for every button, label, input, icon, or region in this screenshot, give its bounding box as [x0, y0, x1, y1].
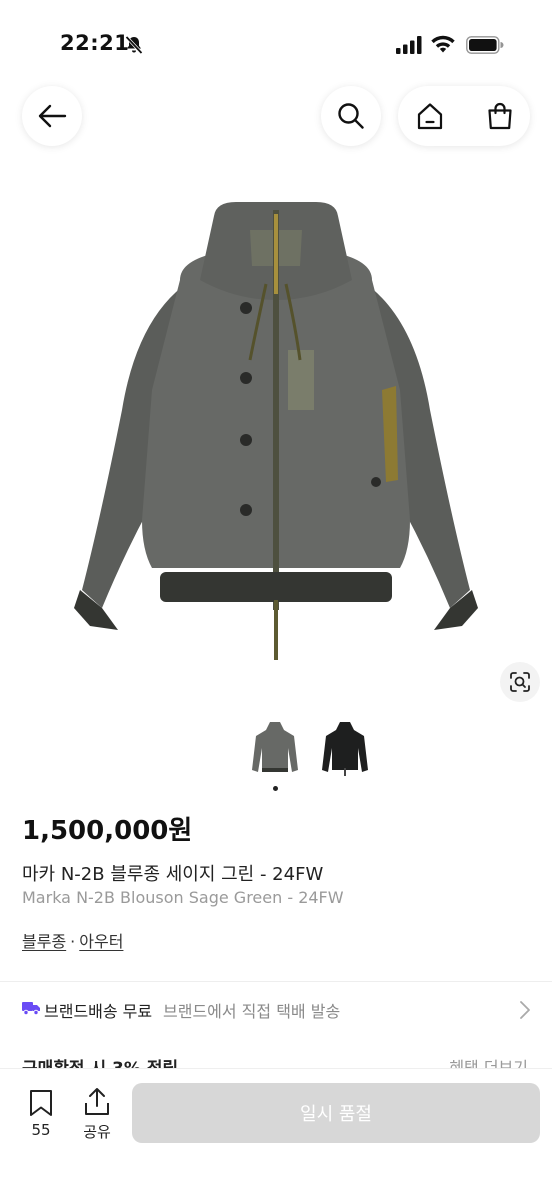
product-title-korean: 마카 N-2B 블루종 세이지 그린 - 24FW — [22, 864, 324, 885]
carousel-indicator — [273, 786, 278, 791]
nav-pill — [398, 86, 530, 146]
status-time: 22:21 — [60, 31, 130, 55]
home-icon — [417, 103, 443, 130]
image-search-button[interactable] — [500, 662, 540, 702]
shipping-info-row[interactable]: 브랜드배송 무료 브랜드에서 직접 택배 발송 — [22, 998, 532, 1022]
product-title-english: Marka N-2B Blouson Sage Green - 24FW — [22, 888, 344, 907]
shipping-subtext: 브랜드에서 직접 택배 발송 — [163, 1002, 341, 1021]
bell-slash-icon — [125, 35, 143, 55]
shopping-bag-icon — [488, 102, 512, 130]
category-separator: · — [70, 932, 76, 951]
search-icon — [338, 103, 364, 129]
chevron-right-icon — [520, 1001, 530, 1019]
category-link-outer[interactable]: 아우터 — [79, 932, 123, 951]
cellular-signal-icon — [396, 36, 422, 54]
category-link-blouson[interactable]: 블루종 — [22, 932, 66, 951]
sold-out-button[interactable]: 일시 품절 — [132, 1083, 540, 1143]
product-price: 1,500,000원 — [22, 816, 193, 846]
bottom-action-bar: 55 공유 일시 품절 — [0, 1068, 552, 1200]
truck-icon — [22, 1002, 40, 1015]
home-button[interactable] — [412, 98, 448, 134]
shopping-bag-button[interactable] — [482, 98, 518, 134]
status-bar: 22:21 — [0, 0, 552, 90]
share-icon — [85, 1088, 109, 1115]
lens-icon — [510, 672, 530, 692]
share-button[interactable]: 공유 — [74, 1087, 120, 1143]
save-count: 55 — [31, 1121, 51, 1139]
gray-jacket-thumbnail[interactable] — [250, 718, 300, 778]
wifi-icon — [431, 35, 455, 53]
back-button[interactable] — [22, 86, 82, 146]
bookmark-icon — [30, 1090, 52, 1116]
black-jacket-thumbnail[interactable] — [320, 718, 370, 778]
section-divider — [0, 981, 552, 982]
arrow-left-icon — [38, 104, 67, 128]
save-button[interactable]: 55 — [18, 1087, 64, 1143]
search-button[interactable] — [321, 86, 381, 146]
shipping-label: 브랜드배송 무료 — [44, 1002, 153, 1021]
battery-icon — [466, 36, 504, 54]
share-label: 공유 — [83, 1123, 111, 1141]
product-image[interactable] — [60, 190, 492, 670]
category-breadcrumb: 블루종 · 아우터 — [22, 928, 123, 952]
